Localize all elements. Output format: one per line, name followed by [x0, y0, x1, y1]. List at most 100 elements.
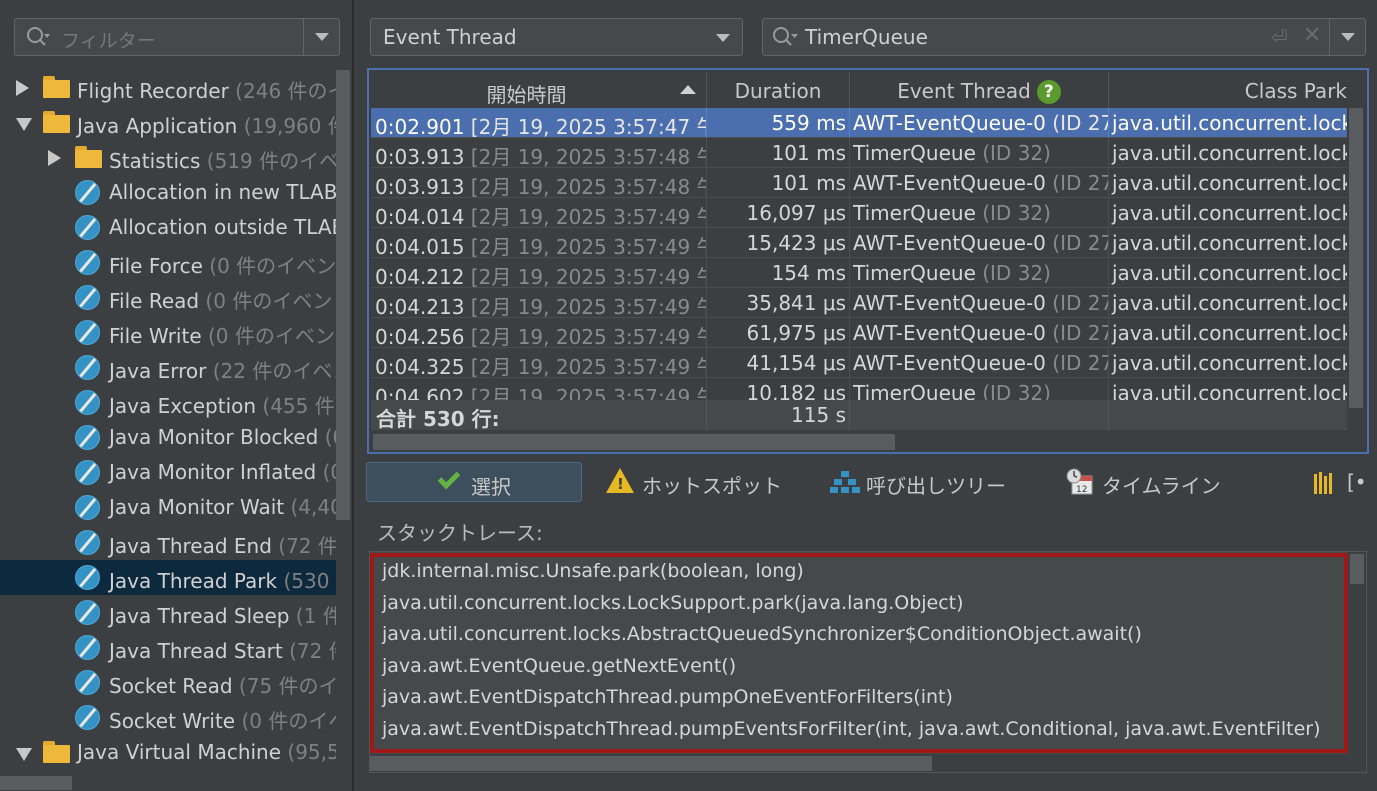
event-type-icon — [75, 635, 100, 660]
call-tree-icon — [830, 471, 860, 493]
stack-horizontal-scroll-thumb[interactable] — [370, 756, 932, 771]
tree-item[interactable]: File Force (0 件のイベン — [0, 245, 336, 280]
cell-duration: 559 ms — [707, 108, 850, 138]
table-row[interactable]: 0:04.602 [2月 19, 2025 3:57:49 午後]10,182 … — [371, 378, 1347, 400]
table-row[interactable]: 0:03.913 [2月 19, 2025 3:57:48 午後]101 msT… — [371, 138, 1347, 168]
total-row-count: 合計 530 行: — [371, 400, 707, 430]
cell-class-park: java.util.concurrent.locks.A — [1112, 381, 1347, 400]
column-header-duration[interactable]: Duration — [707, 72, 850, 108]
total-cell-empty — [850, 400, 1109, 430]
filter-history-dropdown[interactable] — [303, 19, 339, 55]
tree-item-name: Java Error — [109, 359, 207, 383]
tree-horizontal-scroll-thumb[interactable] — [0, 776, 72, 790]
cell-start-time: 0:04.015 [2月 19, 2025 3:57:49 午後] — [371, 228, 707, 258]
tree-item[interactable]: Statistics (519 件のイベン — [0, 140, 336, 175]
cell-event-thread: TimerQueue (ID 32) — [850, 258, 1109, 288]
tree-item[interactable]: Allocation in new TLAB ( — [0, 175, 336, 210]
help-icon[interactable]: ? — [1036, 80, 1061, 104]
column-header-label: Class Park — [1244, 79, 1347, 103]
tree-item[interactable]: Java Error (22 件のイベン — [0, 350, 336, 385]
table-row[interactable]: 0:03.913 [2月 19, 2025 3:57:48 午後]101 msA… — [371, 168, 1347, 198]
tree-item[interactable]: Allocation outside TLAB — [0, 210, 336, 245]
event-type-icon — [75, 530, 100, 555]
folder-icon — [75, 146, 102, 168]
thread-name: AWT-EventQueue-0 — [853, 171, 1046, 195]
tree-item[interactable]: Socket Write (0 件のイベ — [0, 700, 336, 735]
panel-splitter[interactable] — [352, 0, 354, 791]
cell-start-time: 0:04.325 [2月 19, 2025 3:57:49 午後] — [371, 348, 707, 378]
table-row[interactable]: 0:04.014 [2月 19, 2025 3:57:49 午後]16,097 … — [371, 198, 1347, 228]
tree-item[interactable]: Java Virtual Machine (95,597 — [0, 735, 336, 770]
tree-item[interactable]: Java Thread End (72 件の — [0, 525, 336, 560]
search-history-dropdown[interactable] — [1329, 19, 1365, 55]
tree-item[interactable]: Java Thread Sleep (1 件の — [0, 595, 336, 630]
search-icon[interactable] — [25, 25, 51, 49]
tree-item[interactable]: Socket Read (75 件のイ — [0, 665, 336, 700]
tab-timeline[interactable]: 12 タイムライン — [1066, 462, 1246, 502]
tree-item-name: Java Application — [77, 114, 238, 138]
cell-event-thread: AWT-EventQueue-0 (ID 27) — [850, 318, 1109, 348]
clear-icon[interactable]: ✕ — [1303, 23, 1321, 48]
expand-arrow-icon[interactable] — [16, 80, 29, 96]
search-field[interactable]: TimerQueue ⏎ ✕ — [762, 18, 1366, 56]
table-body[interactable]: 0:02.901 [2月 19, 2025 3:57:47 午後]559 msA… — [371, 108, 1347, 400]
tree-item-name: Java Monitor Inflated — [109, 460, 317, 484]
tree-item-count: (75 件のイ — [232, 674, 336, 698]
column-header-event-thread[interactable]: Event Thread? — [850, 72, 1109, 108]
tree-item[interactable]: File Read (0 件のイベン — [0, 280, 336, 315]
collapse-arrow-icon[interactable] — [16, 748, 32, 761]
tab-call-tree[interactable]: 呼び出しツリー — [830, 462, 1030, 502]
cell-start-time: 0:04.014 [2月 19, 2025 3:57:49 午後] — [371, 198, 707, 228]
thread-filter-combo[interactable]: Event Thread — [370, 18, 743, 56]
tab-call-tree-label: 呼び出しツリー — [866, 474, 1006, 498]
tree-item[interactable]: Java Thread Start (72 件の — [0, 630, 336, 665]
tree-item[interactable]: Java Monitor Wait (4,405 — [0, 490, 336, 525]
column-header-start-time[interactable]: 開始時間 — [371, 72, 707, 108]
column-header-class-park[interactable]: Class Park — [1109, 72, 1347, 108]
table-horizontal-scroll-thumb[interactable] — [373, 434, 895, 450]
table-row[interactable]: 0:04.256 [2月 19, 2025 3:57:49 午後]61,975 … — [371, 318, 1347, 348]
tab-hotspot[interactable]: ! ホットスポット — [606, 462, 806, 502]
table-row[interactable]: 0:04.213 [2月 19, 2025 3:57:49 午後]35,841 … — [371, 288, 1347, 318]
tree-vertical-scroll-thumb[interactable] — [336, 70, 350, 520]
tree-item-name: Java Monitor Blocked — [109, 425, 319, 449]
expand-arrow-icon[interactable] — [48, 150, 61, 166]
table-row[interactable]: 0:04.325 [2月 19, 2025 3:57:49 午後]41,154 … — [371, 348, 1347, 378]
tree-item[interactable]: Java Application (19,960 件の — [0, 105, 336, 140]
cell-class-park: java.util.concurrent.locks.A — [1112, 171, 1347, 195]
tree-item-count: (22 件のイベン — [212, 359, 336, 383]
event-type-icon — [75, 285, 100, 310]
stack-trace-label: スタックトレース: — [377, 521, 543, 545]
tab-more[interactable]: [• — [1313, 462, 1367, 502]
search-icon[interactable] — [771, 25, 801, 49]
start-date: [2月 19, 2025 3:57:49 午後] — [470, 385, 706, 400]
table-header: 開始時間 Duration Event Thread? Class Park — [371, 72, 1347, 108]
enter-icon[interactable]: ⏎ — [1271, 25, 1288, 49]
cell-event-thread: TimerQueue (ID 32) — [850, 138, 1109, 168]
tree-item[interactable]: Java Monitor Inflated (0 — [0, 455, 336, 490]
event-type-icon — [75, 250, 100, 275]
start-offset: 0:04.015 — [375, 235, 465, 258]
tree-item[interactable]: Java Exception (455 件の — [0, 385, 336, 420]
cell-start-time: 0:03.913 [2月 19, 2025 3:57:48 午後] — [371, 138, 707, 168]
cell-duration: 101 ms — [707, 138, 850, 168]
event-type-icon — [75, 460, 100, 485]
event-type-icon — [75, 320, 100, 345]
collapse-arrow-icon[interactable] — [16, 118, 32, 131]
table-vertical-scroll-thumb[interactable] — [1349, 108, 1363, 408]
tree-item[interactable]: Java Thread Park (530 件 — [0, 560, 336, 595]
thread-filter-value: Event Thread — [383, 25, 517, 49]
tree-item[interactable]: Flight Recorder (246 件のイ — [0, 70, 336, 105]
tab-select[interactable]: 選択 — [366, 462, 582, 502]
tree-filter-input[interactable]: フィルター — [14, 18, 340, 56]
events-table[interactable]: 開始時間 Duration Event Thread? Class Park 0… — [367, 68, 1369, 454]
event-type-icon — [75, 180, 100, 205]
tree-item[interactable]: File Write (0 件のイベン — [0, 315, 336, 350]
table-row[interactable]: 0:02.901 [2月 19, 2025 3:57:47 午後]559 msA… — [371, 108, 1347, 138]
event-type-tree[interactable]: Flight Recorder (246 件のイ Java Application… — [0, 70, 336, 773]
table-row[interactable]: 0:04.015 [2月 19, 2025 3:57:49 午後]15,423 … — [371, 228, 1347, 258]
tree-item[interactable]: Java Monitor Blocked (0 — [0, 420, 336, 455]
column-header-label: Event Thread — [897, 79, 1031, 103]
table-row[interactable]: 0:04.212 [2月 19, 2025 3:57:49 午後]154 msT… — [371, 258, 1347, 288]
stack-vertical-scroll-thumb[interactable] — [1350, 554, 1364, 584]
